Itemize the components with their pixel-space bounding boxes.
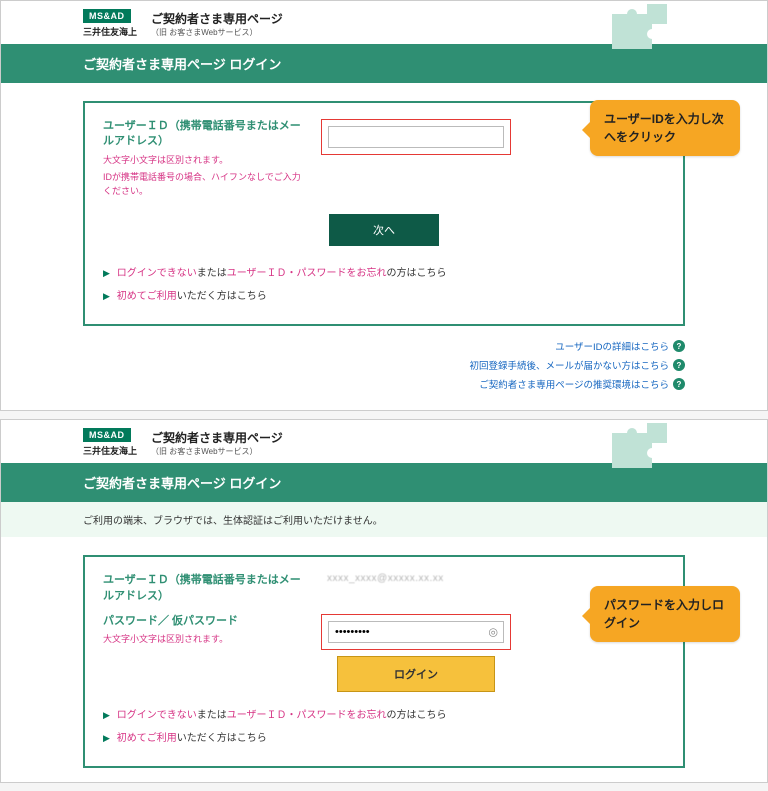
page-title-block: ご契約者さま専用ページ （旧 お客さまWebサービス） xyxy=(151,429,283,457)
info-link-environment[interactable]: ご契約者さま専用ページの推奨環境はこちら? xyxy=(1,377,685,391)
help-link-forgot[interactable]: ▶ ログインできないまたはユーザーＩＤ・パスワードをお忘れの方はこちら xyxy=(103,706,665,721)
page-title: ご契約者さま専用ページ xyxy=(151,429,283,446)
caret-icon: ▶ xyxy=(103,291,110,301)
help-icon: ? xyxy=(673,378,685,390)
logo-company-name: 三井住友海上 xyxy=(83,444,137,457)
user-id-input-highlight xyxy=(321,119,511,155)
user-id-input[interactable] xyxy=(328,126,504,148)
password-label: パスワード／ 仮パスワード xyxy=(103,614,303,629)
logo-badge: MS&AD xyxy=(83,9,131,23)
user-id-hint-hyphen: IDが携帯電話番号の場合、ハイフンなしでご入力ください。 xyxy=(103,171,303,198)
page-subtitle: （旧 お客さまWebサービス） xyxy=(151,446,283,457)
biometric-notice: ご利用の端末、ブラウザでは、生体認証はご利用いただけません。 xyxy=(1,502,767,537)
help-link-firsttime[interactable]: ▶ 初めてご利用いただく方はこちら xyxy=(103,287,665,302)
user-id-readonly-value: xxxx_xxxx@xxxxx.xx.xx xyxy=(321,573,511,584)
help-icon: ? xyxy=(673,359,685,371)
next-button[interactable]: 次へ xyxy=(329,214,439,246)
caret-icon: ▶ xyxy=(103,268,110,278)
top-bar: MS&AD 三井住友海上 ご契約者さま専用ページ （旧 お客さまWebサービス） xyxy=(1,420,767,463)
show-password-icon[interactable]: ◎ xyxy=(488,626,498,639)
logo-company-name: 三井住友海上 xyxy=(83,25,137,38)
caret-icon: ▶ xyxy=(103,733,110,743)
login-button[interactable]: ログイン xyxy=(337,656,495,692)
puzzle-decoration xyxy=(607,0,677,49)
page-title-block: ご契約者さま専用ページ （旧 お客さまWebサービス） xyxy=(151,10,283,38)
password-input[interactable] xyxy=(328,621,504,643)
top-bar: MS&AD 三井住友海上 ご契約者さま専用ページ （旧 お客さまWebサービス） xyxy=(1,1,767,44)
password-input-highlight: ◎ xyxy=(321,614,511,650)
user-id-label: ユーザーＩＤ（携帯電話番号またはメールアドレス） xyxy=(103,119,303,150)
annotation-callout-1: ユーザーIDを入力し次へをクリック xyxy=(590,100,740,156)
user-id-label: ユーザーＩＤ（携帯電話番号またはメールアドレス） xyxy=(103,573,303,604)
brand-logo: MS&AD 三井住友海上 xyxy=(83,9,137,38)
brand-logo: MS&AD 三井住友海上 xyxy=(83,428,137,457)
info-link-userid-detail[interactable]: ユーザーIDの詳細はこちら? xyxy=(1,339,685,353)
annotation-callout-2: パスワードを入力しログイン xyxy=(590,586,740,642)
caret-icon: ▶ xyxy=(103,710,110,720)
user-id-hint-case: 大文字小文字は区別されます。 xyxy=(103,154,303,168)
page-title: ご契約者さま専用ページ xyxy=(151,10,283,27)
help-link-forgot[interactable]: ▶ ログインできないまたはユーザーＩＤ・パスワードをお忘れの方はこちら xyxy=(103,264,665,279)
help-icon: ? xyxy=(673,340,685,352)
logo-badge: MS&AD xyxy=(83,428,131,442)
info-links: ユーザーIDの詳細はこちら? 初回登録手続後、メールが届かない方はこちら? ご契… xyxy=(1,326,767,391)
password-hint: 大文字小文字は区別されます。 xyxy=(103,633,303,647)
page-subtitle: （旧 お客さまWebサービス） xyxy=(151,27,283,38)
info-link-mail-missing[interactable]: 初回登録手続後、メールが届かない方はこちら? xyxy=(1,358,685,372)
page-header-bar: ご契約者さま専用ページ ログイン xyxy=(1,44,767,83)
screenshot-step-1: MS&AD 三井住友海上 ご契約者さま専用ページ （旧 お客さまWebサービス）… xyxy=(0,0,768,411)
page-header-bar: ご契約者さま専用ページ ログイン xyxy=(1,463,767,502)
help-link-firsttime[interactable]: ▶ 初めてご利用いただく方はこちら xyxy=(103,729,665,744)
puzzle-decoration xyxy=(607,418,677,468)
